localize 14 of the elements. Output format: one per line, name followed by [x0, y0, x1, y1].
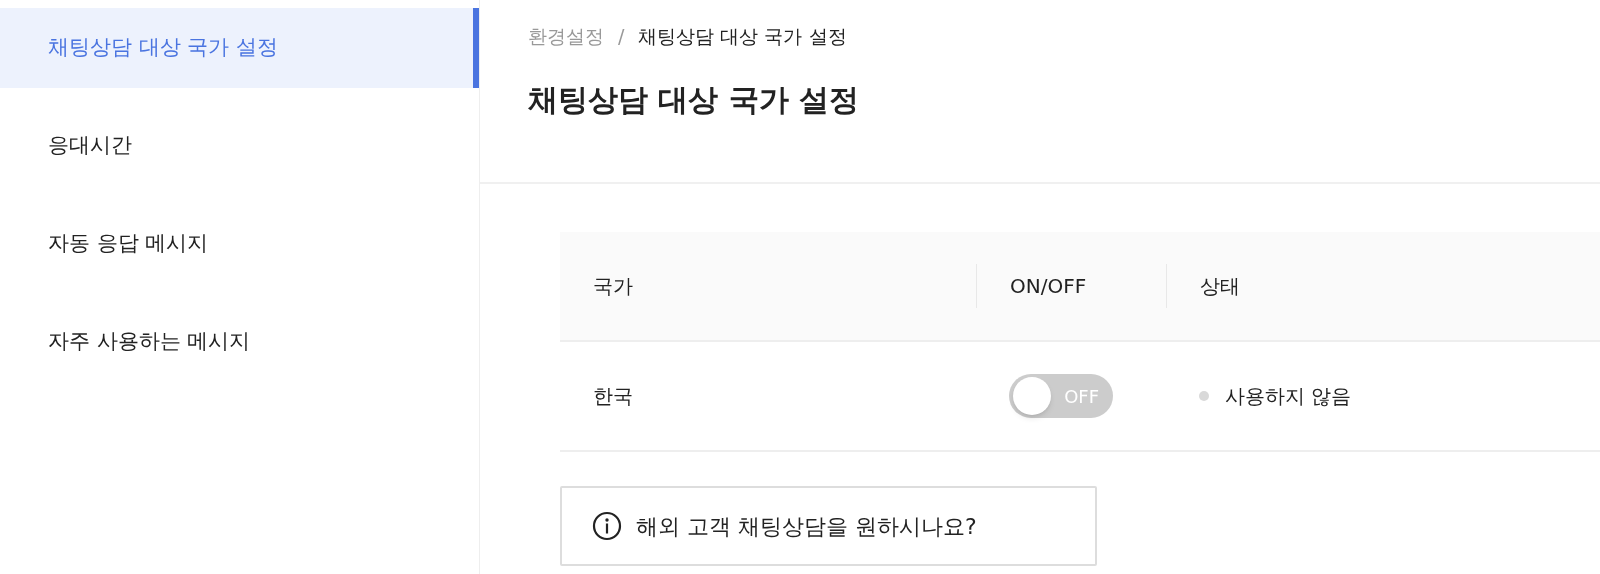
- sidebar-item[interactable]: 채팅상담 대상 국가 설정: [0, 8, 479, 88]
- column-header: 상태: [1200, 273, 1240, 300]
- status-text: 사용하지 않음: [1225, 383, 1352, 410]
- table-cell: 한국: [593, 384, 633, 408]
- info-icon: [592, 511, 622, 541]
- column-header: ON/OFF: [1010, 273, 1087, 300]
- info-button[interactable]: 해외 고객 채팅상담을 원하시나요?: [560, 486, 1097, 566]
- column-header: 국가: [593, 273, 633, 300]
- breadcrumb-separator: /: [618, 24, 625, 49]
- sidebar-item[interactable]: 자동 응답 메시지: [0, 204, 479, 284]
- sidebar-item[interactable]: 자주 사용하는 메시지: [0, 302, 479, 382]
- breadcrumb-current: 채팅상담 대상 국가 설정: [638, 24, 847, 49]
- page-title: 채팅상담 대상 국가 설정: [528, 80, 861, 119]
- sidebar-item[interactable]: 응대시간: [0, 106, 479, 186]
